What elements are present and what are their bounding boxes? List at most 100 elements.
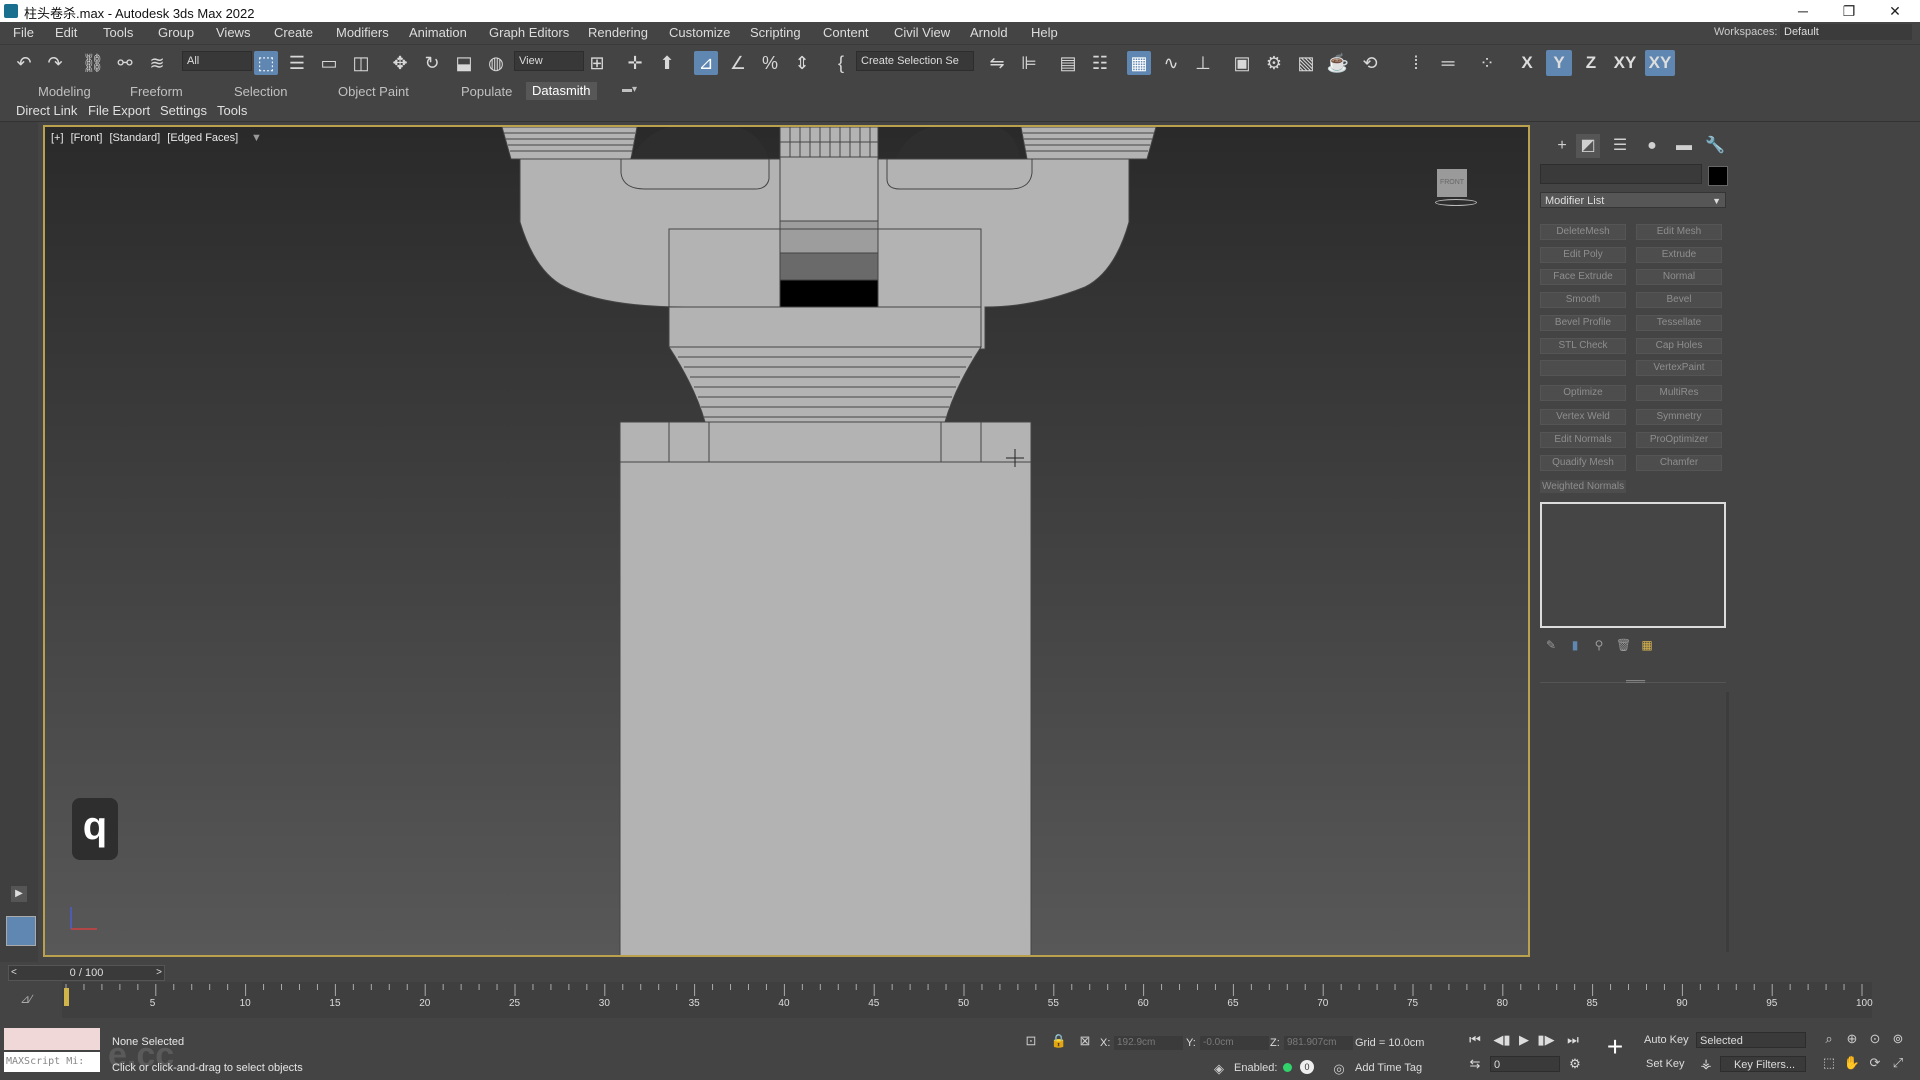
- viewport-point-of-view[interactable]: [Front]: [71, 132, 103, 144]
- y-coordinate-field[interactable]: -0.0cm: [1200, 1036, 1269, 1050]
- scale-icon[interactable]: ⬓: [452, 51, 476, 75]
- viewcube[interactable]: FRONT: [1437, 169, 1467, 197]
- set-keys-icon[interactable]: +: [1600, 1032, 1630, 1062]
- link-icon[interactable]: ⛓: [81, 51, 105, 75]
- move-icon[interactable]: ✥: [388, 51, 412, 75]
- viewport-label[interactable]: [+] [Front] [Standard] [Edged Faces]: [51, 132, 242, 144]
- menu-group[interactable]: Group: [158, 25, 194, 40]
- viewport-layout-tab[interactable]: [6, 916, 36, 946]
- modifier-weighted-normals[interactable]: Weighted Normals: [1540, 480, 1627, 493]
- motion-tab-icon[interactable]: ●: [1640, 134, 1664, 158]
- isolate-selection-icon[interactable]: ⊡: [1022, 1032, 1040, 1050]
- maxscript-input[interactable]: MAXScript Mi:: [4, 1052, 100, 1072]
- menu-file[interactable]: File: [13, 25, 34, 40]
- modifier-button[interactable]: Smooth: [1540, 292, 1626, 308]
- panel-scrollbar[interactable]: [1726, 692, 1729, 952]
- menu-create[interactable]: Create: [274, 25, 313, 40]
- curve-editor-mini-icon[interactable]: ⊿∕: [20, 992, 32, 1006]
- viewport-plus-menu[interactable]: [+]: [51, 132, 64, 144]
- render-production-icon[interactable]: ☕: [1326, 51, 1350, 75]
- auto-key-button[interactable]: Auto Key: [1644, 1034, 1689, 1046]
- next-frame-icon[interactable]: ▮▶: [1537, 1032, 1555, 1048]
- selection-lock-icon[interactable]: 🔒: [1050, 1032, 1068, 1050]
- utilities-tab-icon[interactable]: 🔧: [1703, 134, 1727, 158]
- workspace-dropdown[interactable]: Default: [1780, 24, 1912, 40]
- menu-edit[interactable]: Edit: [55, 25, 77, 40]
- zoom-all-icon[interactable]: ⊕: [1843, 1030, 1861, 1048]
- front-viewport[interactable]: [+] [Front] [Standard] [Edged Faces] ▼ q…: [43, 125, 1530, 957]
- menu-arnold[interactable]: Arnold: [970, 25, 1008, 40]
- menu-graph-editors[interactable]: Graph Editors: [489, 25, 569, 40]
- file-export-button[interactable]: File Export: [88, 103, 150, 118]
- snaps-toggle-icon[interactable]: ⊿: [694, 51, 718, 75]
- rect-selection-icon[interactable]: ▭: [317, 51, 341, 75]
- menu-customize[interactable]: Customize: [669, 25, 730, 40]
- modify-tab-icon[interactable]: ◩: [1576, 134, 1600, 158]
- orbit-icon[interactable]: ⟳: [1866, 1054, 1884, 1072]
- axis-xy-cycle-button[interactable]: XY: [1645, 50, 1675, 76]
- viewport-display-mode[interactable]: [Edged Faces]: [167, 132, 238, 144]
- set-key-button[interactable]: Set Key: [1646, 1058, 1685, 1070]
- modifier-button[interactable]: VertexPaint: [1636, 360, 1722, 376]
- zoom-extents-icon[interactable]: ⊙: [1866, 1030, 1884, 1048]
- axis-y-button[interactable]: Y: [1546, 50, 1572, 76]
- pivot-center-icon[interactable]: ⊞: [585, 51, 609, 75]
- render-iterative-icon[interactable]: ⟲: [1358, 51, 1382, 75]
- viewport-shading[interactable]: [Standard]: [109, 132, 160, 144]
- restore-button[interactable]: ❐: [1826, 0, 1872, 22]
- object-color-swatch[interactable]: [1708, 166, 1728, 186]
- absolute-mode-icon[interactable]: ⊠: [1076, 1032, 1094, 1050]
- modifier-button[interactable]: Edit Poly: [1540, 247, 1626, 263]
- schematic-view-icon[interactable]: ⊥: [1191, 51, 1215, 75]
- modifier-button[interactable]: Extrude: [1636, 247, 1722, 263]
- tools-button[interactable]: Tools: [217, 103, 247, 118]
- show-end-result-icon[interactable]: ▮: [1568, 638, 1582, 652]
- modifier-button[interactable]: Edit Mesh: [1636, 224, 1722, 240]
- maximize-viewport-icon[interactable]: ⤢: [1889, 1054, 1907, 1072]
- x-coordinate-field[interactable]: 192.9cm: [1114, 1036, 1183, 1050]
- keyboard-shortcut-override-icon[interactable]: ⬆: [655, 51, 679, 75]
- modifier-button[interactable]: DeleteMesh: [1540, 224, 1626, 240]
- ruler-icon[interactable]: ═: [1436, 51, 1460, 75]
- playhead[interactable]: [64, 988, 69, 1006]
- select-manipulate-icon[interactable]: ✛: [623, 51, 647, 75]
- time-config-icon[interactable]: ⚙: [1566, 1056, 1584, 1072]
- hierarchy-tab-icon[interactable]: ☰: [1608, 134, 1632, 158]
- rendered-frame-window-icon[interactable]: ▧: [1294, 51, 1318, 75]
- object-name-field[interactable]: [1540, 164, 1702, 184]
- named-selection-set-dropdown[interactable]: Create Selection Se: [856, 51, 974, 71]
- modifier-button[interactable]: STL Check: [1540, 338, 1626, 354]
- track-area[interactable]: 5 10 15 20 25 30 35 40 45 50 55 60 65 70 75 80 85 90 95 100: [62, 982, 1873, 1018]
- menu-help[interactable]: Help: [1031, 25, 1058, 40]
- angle-snap-icon[interactable]: ∠: [726, 51, 750, 75]
- select-by-name-icon[interactable]: ☰: [285, 51, 309, 75]
- modifier-button[interactable]: Tessellate: [1636, 315, 1722, 331]
- menu-civil-view[interactable]: Civil View: [894, 25, 950, 40]
- rotate-icon[interactable]: ↻: [420, 51, 444, 75]
- menu-scripting[interactable]: Scripting: [750, 25, 801, 40]
- configure-modifier-sets-icon[interactable]: ▦: [1640, 638, 1654, 652]
- selection-region-icon[interactable]: ⁘: [1475, 51, 1499, 75]
- modifier-button[interactable]: Symmetry: [1636, 409, 1722, 425]
- percent-snap-icon[interactable]: %: [758, 51, 782, 75]
- menu-views[interactable]: Views: [216, 25, 250, 40]
- snap-grid-icon[interactable]: ⁞: [1404, 51, 1428, 75]
- edit-named-selection-icon[interactable]: {: [829, 51, 853, 75]
- key-mode-icon[interactable]: ⇆: [1466, 1056, 1484, 1072]
- curve-editor-icon[interactable]: ∿: [1159, 51, 1183, 75]
- ribbon-options-icon[interactable]: ▬▾: [622, 84, 637, 95]
- panel-resize-handle[interactable]: ═══: [1626, 676, 1645, 686]
- modifier-button[interactable]: Optimize: [1540, 385, 1626, 401]
- play-icon[interactable]: ▶: [1515, 1032, 1533, 1048]
- menu-tools[interactable]: Tools: [103, 25, 133, 40]
- display-tab-icon[interactable]: ▬: [1672, 134, 1696, 158]
- remove-modifier-icon[interactable]: 🗑: [1616, 638, 1631, 652]
- modifier-button[interactable]: Edit Normals: [1540, 432, 1626, 448]
- window-crossing-icon[interactable]: ◫: [349, 51, 373, 75]
- tab-modeling[interactable]: Modeling: [38, 84, 91, 99]
- mirror-icon[interactable]: ⇋: [985, 51, 1009, 75]
- modifier-button[interactable]: ProOptimizer: [1636, 432, 1722, 448]
- menu-rendering[interactable]: Rendering: [588, 25, 648, 40]
- close-button[interactable]: ✕: [1872, 0, 1918, 22]
- key-set-dropdown[interactable]: Selected: [1696, 1032, 1806, 1048]
